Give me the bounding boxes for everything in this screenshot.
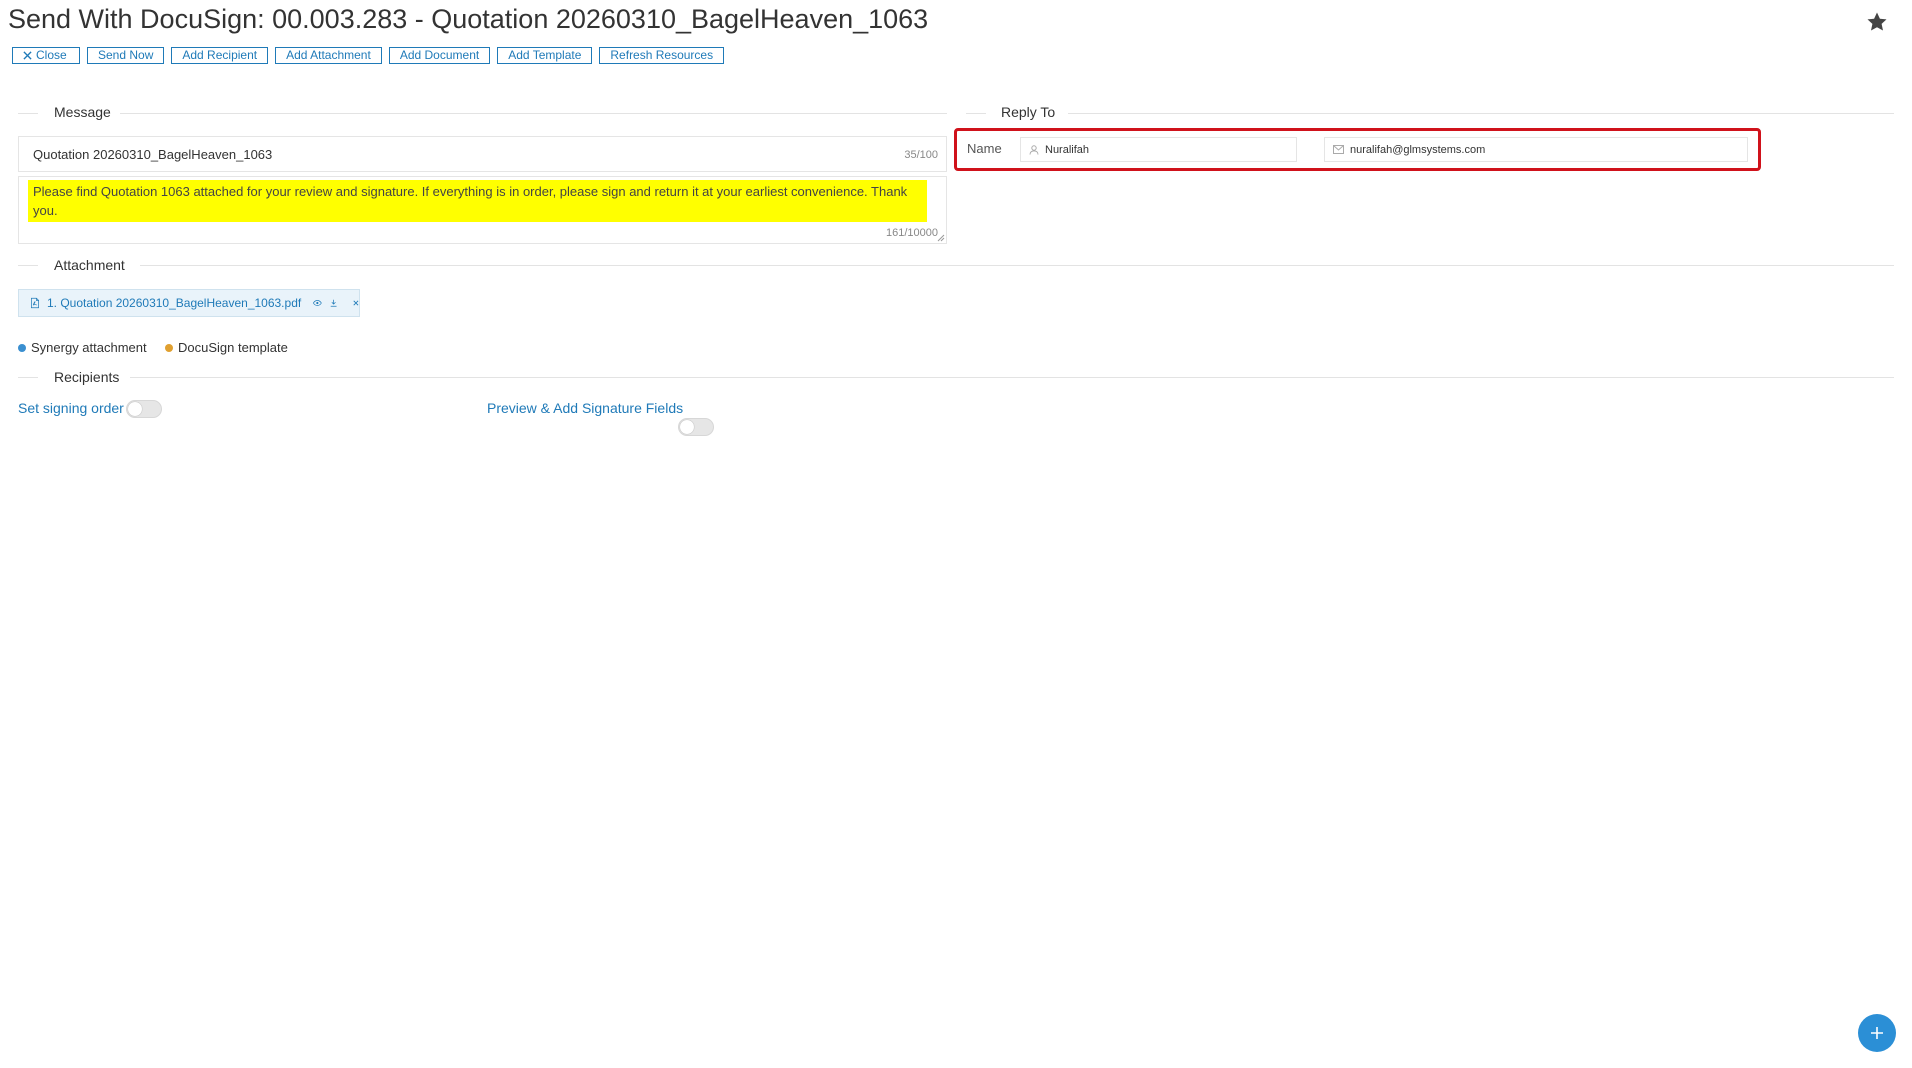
add-attachment-button[interactable]: Add Attachment: [275, 47, 382, 64]
signing-order-knob: [128, 402, 142, 416]
synergy-dot-icon: [18, 343, 26, 352]
message-section-title: Message: [54, 104, 111, 120]
plus-icon: [1871, 1027, 1883, 1039]
page-title: Send With DocuSign: 00.003.283 - Quotati…: [8, 4, 929, 34]
add-template-button[interactable]: Add Template: [497, 47, 593, 64]
legend-docusign: DocuSign template: [165, 340, 288, 355]
close-button[interactable]: Close: [12, 47, 80, 64]
message-divider-right: [120, 113, 947, 114]
reply-divider-right: [1068, 113, 1894, 114]
refresh-resources-button[interactable]: Refresh Resources: [599, 47, 725, 64]
signing-order-toggle[interactable]: [126, 400, 162, 418]
resize-handle-icon[interactable]: [937, 234, 945, 242]
signing-order-label[interactable]: Set signing order: [18, 400, 124, 416]
add-document-button[interactable]: Add Document: [388, 47, 491, 64]
star-icon[interactable]: [1865, 10, 1889, 34]
pdf-file-icon: [31, 297, 39, 309]
user-icon: [1029, 144, 1039, 155]
recipients-section-title: Recipients: [54, 369, 120, 385]
reply-to-box: Name Nuralifah nuralifah@glmsystems.com: [954, 128, 1761, 171]
subject-counter: 35/100: [904, 149, 938, 161]
docusign-dot-icon: [165, 343, 173, 352]
attachment-item-label[interactable]: 1. Quotation 20260310_BagelHeaven_1063.p…: [47, 296, 301, 310]
attachment-divider-left: [18, 265, 38, 266]
eye-icon[interactable]: [313, 299, 322, 307]
reply-name-input[interactable]: Nuralifah: [1020, 137, 1297, 162]
recipients-divider-left: [18, 377, 38, 378]
close-icon: [23, 51, 32, 60]
reply-divider-left: [966, 113, 986, 114]
message-body-field[interactable]: Please find Quotation 1063 attached for …: [18, 176, 947, 244]
send-now-button[interactable]: Send Now: [87, 47, 165, 64]
subject-value: Quotation 20260310_BagelHeaven_1063: [33, 147, 273, 162]
legend-synergy-label: Synergy attachment: [31, 340, 147, 355]
recipients-divider-right: [130, 377, 1894, 378]
preview-signature-fields-label[interactable]: Preview & Add Signature Fields: [487, 400, 683, 416]
toolbar: Close Send Now Add Recipient Add Attachm…: [12, 47, 725, 64]
preview-signature-fields-toggle[interactable]: [678, 418, 714, 436]
add-recipient-button[interactable]: Add Recipient: [171, 47, 269, 64]
reply-email-value: nuralifah@glmsystems.com: [1350, 143, 1486, 156]
subject-field[interactable]: Quotation 20260310_BagelHeaven_1063 35/1…: [18, 136, 947, 172]
message-body-counter: 161/10000: [886, 227, 938, 239]
reply-name-value: Nuralifah: [1045, 143, 1090, 156]
remove-icon[interactable]: [353, 299, 359, 307]
legend-synergy: Synergy attachment: [18, 340, 147, 355]
add-fab-button[interactable]: [1858, 1014, 1896, 1052]
preview-toggle-knob: [680, 420, 694, 434]
mail-icon: [1333, 145, 1344, 154]
close-button-label: Close: [36, 48, 67, 62]
attachment-divider-right: [140, 265, 1894, 266]
message-divider-left: [18, 113, 38, 114]
reply-email-input[interactable]: nuralifah@glmsystems.com: [1324, 137, 1748, 162]
legend-docusign-label: DocuSign template: [178, 340, 288, 355]
message-body-text: Please find Quotation 1063 attached for …: [28, 180, 927, 222]
reply-to-section-title: Reply To: [1001, 104, 1056, 120]
reply-name-label: Name: [967, 141, 1002, 156]
attachment-item[interactable]: 1. Quotation 20260310_BagelHeaven_1063.p…: [18, 289, 360, 317]
attachment-section-title: Attachment: [54, 257, 125, 273]
download-icon[interactable]: [330, 298, 337, 308]
